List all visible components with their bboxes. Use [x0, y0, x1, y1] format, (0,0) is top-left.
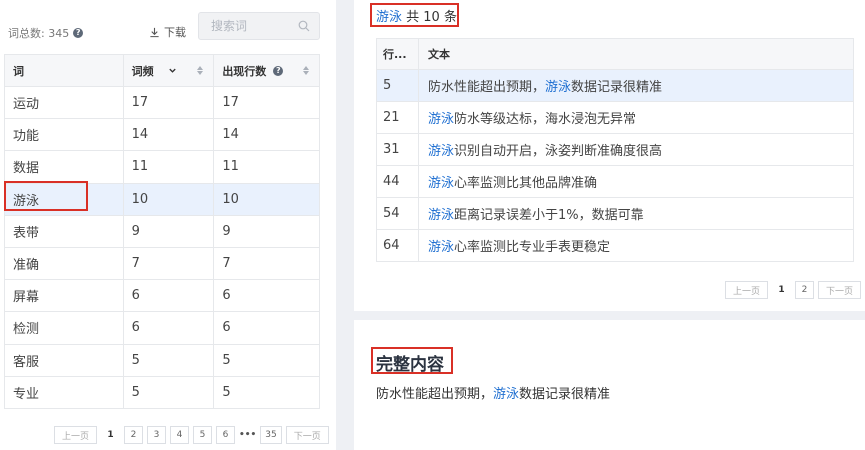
table-row[interactable]: 准确 7 7: [4, 247, 320, 281]
page-4-button[interactable]: 4: [170, 426, 190, 444]
help-icon[interactable]: ?: [73, 28, 84, 38]
full-content-panel: 完整内容 防水性能超出预期，游泳数据记录很精准: [354, 320, 865, 450]
next-page-button[interactable]: 下一页: [818, 281, 862, 299]
page-6-button[interactable]: 6: [216, 426, 236, 444]
table-row[interactable]: 功能 14 14: [4, 118, 320, 152]
download-label: 下载: [164, 26, 186, 39]
table-row[interactable]: 44 游泳心率监测比其他品牌准确: [376, 165, 854, 198]
table-row[interactable]: 检测 6 6: [4, 311, 320, 345]
page-5-button[interactable]: 5: [193, 426, 213, 444]
table-row[interactable]: 54 游泳距离记录误差小于1%，数据可靠: [376, 197, 854, 230]
search-box[interactable]: [198, 12, 320, 40]
table-header-row: 词 词频 出现行数 ?: [4, 54, 320, 87]
chevron-down-icon[interactable]: [168, 66, 177, 75]
table-row[interactable]: 屏幕 6 6: [4, 279, 320, 313]
sort-icon[interactable]: [303, 66, 309, 75]
table-row[interactable]: 64 游泳心率监测比专业手表更稳定: [376, 229, 854, 262]
column-header-lines[interactable]: 出现行数 ?: [213, 54, 320, 87]
detail-title: 游泳 共 10 条: [376, 6, 457, 25]
table-row[interactable]: 客服 5 5: [4, 344, 320, 377]
download-icon: [150, 27, 159, 37]
search-input[interactable]: [199, 13, 295, 39]
word-pagination: 上一页 1 2 3 4 5 6 ••• 35 下一页: [54, 426, 329, 444]
prev-page-button[interactable]: 上一页: [54, 426, 98, 444]
column-header-line: 行...: [376, 38, 419, 70]
page-last-button[interactable]: 35: [260, 426, 282, 444]
column-header-word: 词: [4, 54, 124, 87]
help-icon[interactable]: ?: [273, 66, 284, 76]
word-frequency-panel: 词总数: 345 ? 下载 词 词频 出现行数 ?: [0, 0, 336, 450]
page-2-button[interactable]: 2: [795, 281, 815, 299]
sentence-pagination: 上一页 1 2 下一页: [725, 281, 862, 299]
download-button[interactable]: 下载: [149, 24, 186, 40]
table-row[interactable]: 31 游泳识别自动开启，泳姿判断准确度很高: [376, 133, 854, 166]
table-row-selected[interactable]: 游泳 10 10: [4, 183, 320, 216]
word-total: 词总数: 345 ?: [8, 25, 84, 41]
column-header-lines-label: 出现行数: [222, 64, 267, 78]
page-1-button[interactable]: 1: [772, 281, 791, 299]
full-content-keyword: 游泳: [493, 387, 520, 402]
table-row[interactable]: 21 游泳防水等级达标，海水浸泡无异常: [376, 101, 854, 134]
sort-icon[interactable]: [197, 66, 204, 75]
table-header-row: 行... 文本: [376, 38, 854, 70]
pagination-ellipsis[interactable]: •••: [239, 426, 256, 444]
table-row[interactable]: 专业 5 5: [4, 376, 320, 409]
table-row-selected[interactable]: 5 防水性能超出预期，游泳数据记录很精准: [376, 69, 854, 102]
detail-keyword: 游泳: [376, 10, 403, 25]
table-row[interactable]: 数据 11 11: [4, 150, 320, 184]
table-row[interactable]: 表带 9 9: [4, 215, 320, 248]
full-content-title: 完整内容: [376, 355, 444, 375]
word-total-label: 词总数: 345: [8, 27, 70, 40]
column-header-freq[interactable]: 词频: [123, 54, 215, 87]
page-1-button[interactable]: 1: [101, 426, 120, 444]
prev-page-button[interactable]: 上一页: [725, 281, 769, 299]
page-2-button[interactable]: 2: [124, 426, 144, 444]
sentence-detail-panel: 游泳 共 10 条 行... 文本 5 防水性能超出预期，游泳数据记录很精准 2…: [354, 0, 865, 311]
next-page-button[interactable]: 下一页: [285, 426, 329, 444]
sentence-table: 行... 文本 5 防水性能超出预期，游泳数据记录很精准 21 游泳防水等级达标…: [376, 38, 854, 262]
column-header-text: 文本: [418, 38, 854, 70]
full-content-text: 防水性能超出预期，游泳数据记录很精准: [376, 387, 611, 402]
page-3-button[interactable]: 3: [147, 426, 167, 444]
word-panel-toolbar: 词总数: 345 ? 下载: [0, 0, 336, 52]
word-frequency-table: 词 词频 出现行数 ? 运动 17 17 功能 14 14 数据 11 11 游泳 10 10 …: [4, 54, 320, 409]
search-icon[interactable]: [298, 20, 310, 32]
table-row[interactable]: 运动 17 17: [4, 86, 320, 120]
column-header-freq-label: 词频: [131, 64, 154, 78]
detail-count: 共 10 条: [402, 10, 457, 25]
